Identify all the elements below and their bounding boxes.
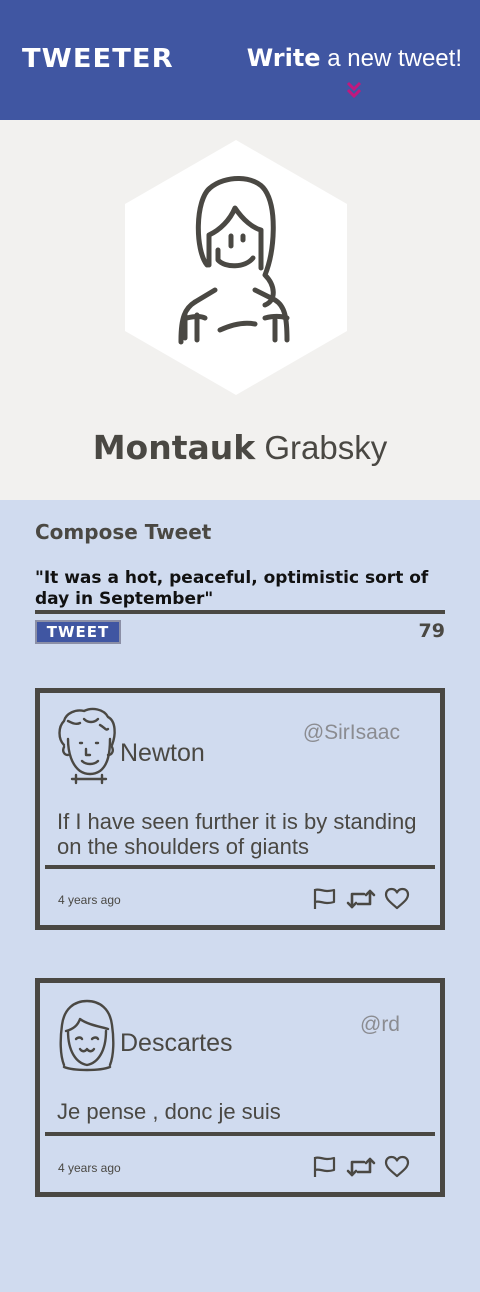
newton-avatar bbox=[58, 707, 116, 785]
profile-header: Montauk Grabsky bbox=[0, 120, 480, 500]
tweet-timestamp: 4 years ago bbox=[58, 893, 121, 907]
descartes-avatar bbox=[59, 999, 115, 1072]
retweet-icon[interactable] bbox=[346, 1155, 376, 1179]
tweet-author-name: Descartes bbox=[120, 1029, 233, 1057]
tweet-timestamp: 4 years ago bbox=[58, 1161, 121, 1175]
tweet-author-handle: @rd bbox=[360, 1013, 400, 1036]
user-last-name: Grabsky bbox=[255, 429, 388, 466]
profile-avatar bbox=[125, 140, 347, 395]
tweet-content: Je pense , donc je suis bbox=[57, 1099, 281, 1124]
tweet-content: If I have seen further it is by standing… bbox=[57, 809, 417, 859]
tweet-actions bbox=[312, 887, 410, 911]
flag-icon[interactable] bbox=[312, 1155, 338, 1179]
retweet-icon[interactable] bbox=[346, 887, 376, 911]
app-logo: TWEETER bbox=[22, 44, 174, 74]
tweet-button[interactable]: TWEET bbox=[35, 620, 121, 644]
heart-icon[interactable] bbox=[384, 887, 410, 911]
top-nav: TWEETER Write a new tweet! bbox=[0, 0, 480, 120]
new-tweet-label: a new tweet! bbox=[320, 45, 462, 72]
user-full-name: Montauk Grabsky bbox=[0, 428, 480, 467]
tweet-text-input[interactable]: "It was a hot, peaceful, optimistic sort… bbox=[35, 568, 445, 614]
tweet-divider bbox=[45, 1132, 435, 1136]
tweet-author-name: Newton bbox=[120, 739, 205, 767]
tweet-card: Descartes @rd Je pense , donc je suis 4 … bbox=[35, 978, 445, 1197]
heart-icon[interactable] bbox=[384, 1155, 410, 1179]
tweet-actions bbox=[312, 1155, 410, 1179]
compose-tweet-section: Compose Tweet "It was a hot, peaceful, o… bbox=[35, 520, 445, 644]
character-counter: 79 bbox=[418, 620, 445, 642]
double-chevron-down-icon[interactable] bbox=[345, 80, 363, 100]
tweet-author-handle: @SirIsaac bbox=[302, 721, 400, 744]
user-first-name: Montauk bbox=[92, 428, 256, 467]
compose-title: Compose Tweet bbox=[35, 520, 212, 544]
tweet-card: Newton @SirIsaac If I have seen further … bbox=[35, 688, 445, 930]
flag-icon[interactable] bbox=[312, 887, 338, 911]
tweet-divider bbox=[45, 865, 435, 869]
write-new-tweet-link[interactable]: Write a new tweet! bbox=[247, 44, 462, 73]
write-label: Write bbox=[246, 44, 321, 72]
